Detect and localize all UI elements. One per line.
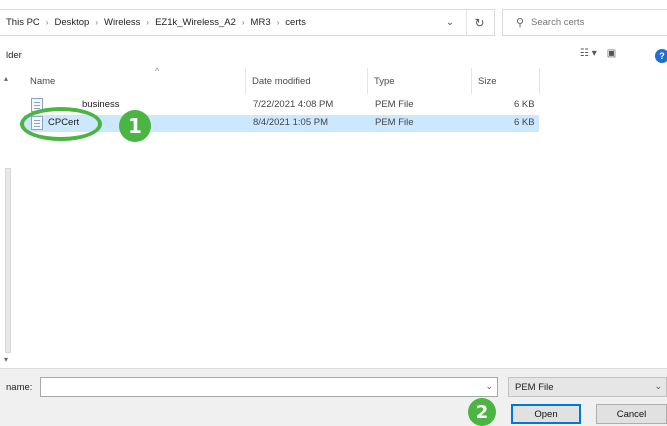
file-type-value: PEM File <box>515 381 554 393</box>
column-header-size[interactable]: Size <box>472 68 540 94</box>
cancel-button[interactable]: Cancel <box>596 404 667 424</box>
open-button[interactable]: Open <box>511 404 581 424</box>
sort-ascending-icon: ^ <box>155 66 160 76</box>
file-name: business <box>82 99 120 110</box>
file-type: PEM File <box>375 117 414 128</box>
step-1-badge: 1 <box>119 110 151 142</box>
search-box[interactable]: ⚲ <box>502 9 667 36</box>
scroll-down-icon[interactable]: ▾ <box>4 355 8 364</box>
search-icon: ⚲ <box>515 17 525 29</box>
file-size: 6 KB <box>514 117 535 128</box>
crumb-separator-icon: › <box>146 18 150 27</box>
column-date-label: Date modified <box>252 75 311 87</box>
column-header-date[interactable]: Date modified <box>246 68 368 94</box>
scroll-up-icon[interactable]: ▴ <box>4 74 8 83</box>
address-row: This PC › Desktop › Wireless › EZ1k_Wire… <box>0 0 667 44</box>
chevron-down-icon[interactable]: ⌄ <box>485 381 493 392</box>
view-options-icon[interactable]: ☷ ▾ <box>580 48 597 59</box>
file-size: 6 KB <box>514 99 535 110</box>
chevron-down-icon[interactable]: ⌄ <box>439 10 461 35</box>
preview-pane-icon[interactable]: ▣ <box>607 48 616 59</box>
file-date: 8/4/2021 1:05 PM <box>253 117 328 128</box>
crumb-this-pc[interactable]: This PC <box>6 17 40 28</box>
crumb-certs[interactable]: certs <box>285 17 306 28</box>
file-row-business[interactable]: business 7/22/2021 4:08 PM PEM File 6 KB <box>24 97 539 114</box>
file-name-field[interactable]: ⌄ <box>40 377 498 397</box>
step-2-badge: 2 <box>468 398 496 426</box>
scrollbar-thumb[interactable] <box>5 168 11 353</box>
file-type-select[interactable]: PEM File ⌄ <box>508 377 667 397</box>
column-header-type[interactable]: Type <box>368 68 472 94</box>
toolbar: lder ☷ ▾ ▣ ? <box>0 44 667 68</box>
chevron-down-icon: ⌄ <box>654 381 662 391</box>
crumb-mr3[interactable]: MR3 <box>251 17 271 28</box>
file-name-label: name: <box>6 382 33 393</box>
column-type-label: Type <box>374 75 395 87</box>
crumb-separator-icon: › <box>45 18 49 27</box>
column-header-name[interactable]: Name ^ <box>24 66 246 94</box>
crumb-separator-icon: › <box>241 18 245 27</box>
view-controls: ☷ ▾ ▣ <box>580 48 616 59</box>
refresh-icon[interactable]: ↻ <box>466 10 492 35</box>
crumb-wireless[interactable]: Wireless <box>104 17 140 28</box>
crumb-ez1k[interactable]: EZ1k_Wireless_A2 <box>155 17 236 28</box>
file-list: ▴ ▾ Name ^ Date modified Type Size busin… <box>0 66 667 368</box>
column-size-label: Size <box>478 75 497 87</box>
nav-pane-scrollbar[interactable]: ▴ ▾ <box>4 68 12 368</box>
crumb-separator-icon: › <box>276 18 280 27</box>
highlight-circle <box>20 107 102 141</box>
breadcrumb: This PC › Desktop › Wireless › EZ1k_Wire… <box>6 10 306 35</box>
crumb-desktop[interactable]: Desktop <box>54 17 89 28</box>
file-type: PEM File <box>375 99 414 110</box>
column-name-label: Name <box>30 75 56 87</box>
file-date: 7/22/2021 4:08 PM <box>253 99 334 110</box>
address-bar[interactable]: This PC › Desktop › Wireless › EZ1k_Wire… <box>0 9 495 36</box>
dialog-footer: name: ⌄ PEM File ⌄ Open Cancel <box>0 368 667 426</box>
crumb-separator-icon: › <box>95 18 98 27</box>
new-folder-button[interactable]: lder <box>6 50 22 61</box>
search-input[interactable] <box>531 17 651 28</box>
help-icon[interactable]: ? <box>655 49 667 63</box>
